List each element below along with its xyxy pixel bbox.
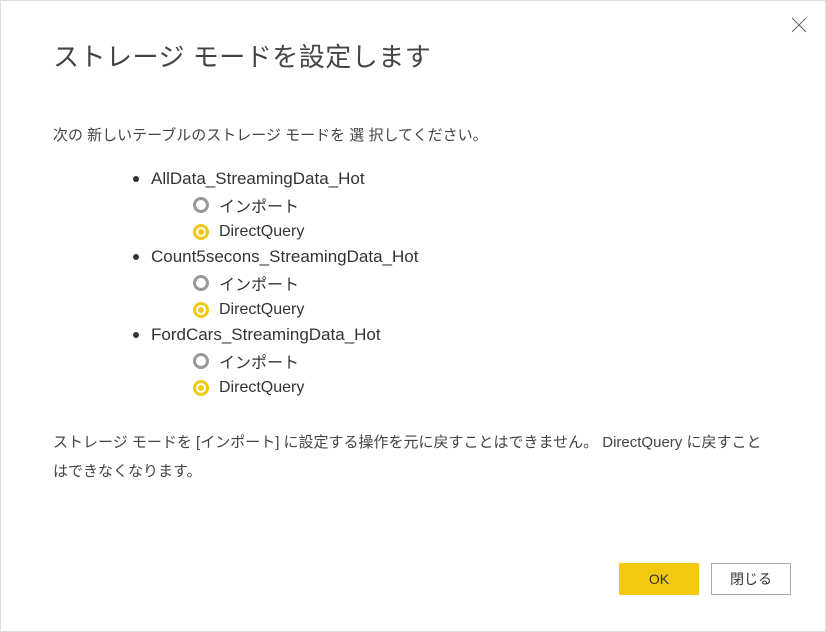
dialog-title: ストレージ モードを設定します — [53, 37, 773, 74]
radio-label: インポート — [219, 271, 299, 295]
dialog-footer: OK 閉じる — [619, 563, 791, 595]
bullet-icon — [133, 176, 139, 182]
table-name-label: AllData_StreamingData_Hot — [151, 169, 365, 189]
table-list: AllData_StreamingData_Hot インポート DirectQuer… — [133, 169, 773, 397]
radio-group: インポート DirectQuery — [193, 271, 773, 319]
warning-text: ストレージ モードを [インポート] に設定する操作を元に戻すことはできません。… — [53, 429, 773, 486]
close-icon[interactable] — [791, 17, 807, 38]
close-button[interactable]: 閉じる — [711, 563, 791, 595]
radio-icon — [193, 302, 209, 318]
table-name: AllData_StreamingData_Hot — [133, 169, 773, 189]
table-item: AllData_StreamingData_Hot インポート DirectQuer… — [133, 169, 773, 241]
radio-label: DirectQuery — [219, 379, 304, 397]
radio-option[interactable]: インポート — [193, 193, 773, 217]
ok-button[interactable]: OK — [619, 563, 699, 595]
radio-option-selected[interactable]: DirectQuery — [193, 301, 773, 319]
radio-label: DirectQuery — [219, 301, 304, 319]
bullet-icon — [133, 254, 139, 260]
radio-option[interactable]: インポート — [193, 271, 773, 295]
table-name-label: Count5secons_StreamingData_Hot — [151, 247, 418, 267]
radio-group: インポート DirectQuery — [193, 349, 773, 397]
radio-label: インポート — [219, 349, 299, 373]
table-name: FordCars_StreamingData_Hot — [133, 325, 773, 345]
bullet-icon — [133, 332, 139, 338]
radio-icon — [193, 275, 209, 291]
radio-icon — [193, 380, 209, 396]
radio-icon — [193, 197, 209, 213]
radio-label: インポート — [219, 193, 299, 217]
radio-icon — [193, 353, 209, 369]
radio-option[interactable]: インポート — [193, 349, 773, 373]
table-name-label: FordCars_StreamingData_Hot — [151, 325, 381, 345]
table-item: FordCars_StreamingData_Hot インポート DirectQue… — [133, 325, 773, 397]
table-item: Count5secons_StreamingData_Hot インポート Direc… — [133, 247, 773, 319]
radio-option-selected[interactable]: DirectQuery — [193, 223, 773, 241]
radio-group: インポート DirectQuery — [193, 193, 773, 241]
radio-label: DirectQuery — [219, 223, 304, 241]
radio-icon — [193, 224, 209, 240]
instruction-text: 次の 新しいテーブルのストレージ モードを 選 択してください。 — [53, 124, 773, 145]
table-name: Count5secons_StreamingData_Hot — [133, 247, 773, 267]
radio-option-selected[interactable]: DirectQuery — [193, 379, 773, 397]
